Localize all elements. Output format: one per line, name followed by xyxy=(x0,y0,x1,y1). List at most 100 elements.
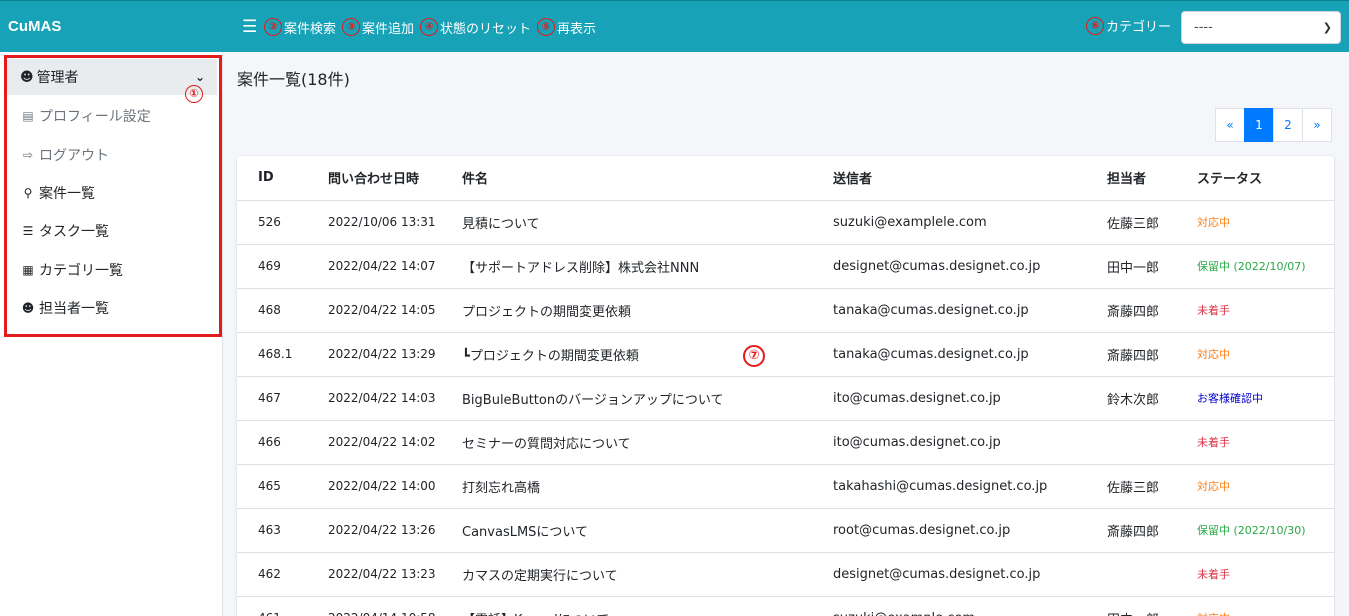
cell-subject[interactable]: 見積について xyxy=(462,200,833,245)
cell-id: 469 xyxy=(237,244,328,289)
pagination: « 1 2 » xyxy=(1215,108,1332,142)
column-header-datetime[interactable]: 問い合わせ日時 xyxy=(328,156,462,201)
annotation-marker: ① xyxy=(185,85,203,103)
users-icon: ☻ xyxy=(21,301,35,315)
sidebar-item-cases[interactable]: ⚲ 案件一覧 xyxy=(20,183,95,203)
nav-case-search[interactable]: ② 案件検索 xyxy=(264,18,336,37)
cell-status: 対応中 xyxy=(1197,332,1334,377)
cell-subject[interactable]: BigBuleButtonのバージョンアップについて xyxy=(462,376,833,421)
pagination-page-1[interactable]: 1 xyxy=(1244,108,1274,142)
sidebar-item-tasks[interactable]: ☰ タスク一覧 xyxy=(20,221,109,241)
category-select[interactable]: ---- ❯ xyxy=(1181,11,1341,44)
cell-sender: tanaka@cumas.designet.co.jp xyxy=(833,288,1107,333)
cell-id: 468 xyxy=(237,288,328,333)
column-header-sender[interactable]: 送信者 xyxy=(833,156,1107,201)
sidebar-item-assignees[interactable]: ☻ 担当者一覧 xyxy=(20,298,109,318)
table-body: 526 2022/10/06 13:31 見積について suzuki@examplel… xyxy=(237,200,1334,616)
cell-status: 対応中 xyxy=(1197,596,1334,616)
cell-datetime: 2022/04/22 14:03 xyxy=(328,376,462,421)
pagination-page-2[interactable]: 2 xyxy=(1273,108,1303,142)
pagination-next[interactable]: » xyxy=(1302,108,1332,142)
cell-subject[interactable]: セミナーの質問対応について xyxy=(462,420,833,465)
status-badge: 未着手 xyxy=(1197,436,1230,449)
annotation-marker: ④ xyxy=(420,18,439,36)
cell-assignee: 斎藤四郎 xyxy=(1107,508,1197,553)
cell-assignee: 斎藤四郎 xyxy=(1107,288,1197,333)
cell-status: 対応中 xyxy=(1197,200,1334,245)
cell-assignee: 佐藤三郎 xyxy=(1107,200,1197,245)
nav-redisplay[interactable]: ⑤ 再表示 xyxy=(537,18,596,37)
cell-subject[interactable]: CanvasLMSについて xyxy=(462,508,833,553)
column-header-assignee[interactable]: 担当者 xyxy=(1107,156,1197,201)
status-badge: 保留中 (2022/10/30) xyxy=(1197,524,1306,537)
nav-case-add[interactable]: ③ 案件追加 xyxy=(342,18,414,37)
category-filter-label: ⑥ カテゴリー xyxy=(1086,16,1171,35)
cell-subject[interactable]: ┗プロジェクトの期間変更依頼 xyxy=(462,332,833,377)
cell-id: 466 xyxy=(237,420,328,465)
main-nav: ☰ ② 案件検索 ③ 案件追加 ④ 状態のリセット ⑤ 再表示 xyxy=(242,16,602,38)
table-row[interactable]: 462 2022/04/22 13:23 カマスの定期実行について designet@… xyxy=(237,552,1334,597)
cell-sender: designet@cumas.designet.co.jp xyxy=(833,244,1107,289)
table-row[interactable]: 4612022/04/14 10:58【電話】Kaaaalについてsuzuki@… xyxy=(237,596,1334,616)
sidebar-item-logout[interactable]: ⇨ ログアウト xyxy=(20,145,109,165)
sidebar-item-label: 案件一覧 xyxy=(39,186,95,202)
sidebar-item-label: プロフィール設定 xyxy=(39,109,151,125)
category-select-value: ---- xyxy=(1194,20,1213,35)
status-badge: 対応中 xyxy=(1197,348,1230,361)
cell-sender: tanaka@cumas.designet.co.jp xyxy=(833,332,1107,377)
cell-subject[interactable]: 【サポートアドレス削除】株式会社NNN xyxy=(462,244,833,289)
search-icon: ⚲ xyxy=(23,186,33,200)
cell-sender: ito@cumas.designet.co.jp xyxy=(833,376,1107,421)
table-row[interactable]: 468.1 2022/04/22 13:29 ┗プロジェクトの期間変更依頼 tanak… xyxy=(237,332,1334,377)
cell-assignee: 斎藤四郎 xyxy=(1107,332,1197,377)
cell-datetime: 2022/04/22 14:05 xyxy=(328,288,462,333)
cell-subject[interactable]: プロジェクトの期間変更依頼 xyxy=(462,288,833,333)
chevron-down-icon: ⌄ xyxy=(194,70,205,84)
cell-status: お客様確認中 xyxy=(1197,376,1334,421)
cell-datetime: 2022/04/22 13:26 xyxy=(328,508,462,553)
sidebar-item-label: カテゴリ一覧 xyxy=(39,263,123,279)
cell-status: 対応中 xyxy=(1197,464,1334,509)
table-row[interactable]: 469 2022/04/22 14:07 【サポートアドレス削除】株式会社NNN de… xyxy=(237,244,1334,289)
sidebar: ☻ 管理者 ⌄ ▤ プロフィール設定 ⇨ ログアウト ⚲ 案件一覧 ☰ タスク一… xyxy=(0,52,223,616)
cell-id: 462 xyxy=(237,552,328,597)
cell-subject[interactable]: 打刻忘れ高橋 xyxy=(462,464,833,509)
cell-status: 未着手 xyxy=(1197,288,1334,333)
annotation-marker: ⑥ xyxy=(1086,16,1104,35)
cell-id: 468.1 xyxy=(237,332,328,377)
cell-status: 保留中 (2022/10/30) xyxy=(1197,508,1334,553)
cell-subject[interactable]: カマスの定期実行について xyxy=(462,552,833,597)
category-label: カテゴリー xyxy=(1106,20,1172,35)
column-header-id[interactable]: ID xyxy=(237,156,328,201)
cell-datetime: 2022/04/22 13:29 xyxy=(328,332,462,377)
sidebar-item-profile[interactable]: ▤ プロフィール設定 xyxy=(20,106,151,126)
cell-id: 463 xyxy=(237,508,328,553)
column-header-status[interactable]: ステータス xyxy=(1197,156,1334,201)
table-row[interactable]: 468 2022/04/22 14:05 プロジェクトの期間変更依頼 tanaka@c… xyxy=(237,288,1334,333)
table-row[interactable]: 467 2022/04/22 14:03 BigBuleButtonのバージョンアッ… xyxy=(237,376,1334,421)
pagination-prev[interactable]: « xyxy=(1215,108,1245,142)
sidebar-admin-label: 管理者 xyxy=(36,70,79,86)
status-badge: 対応中 xyxy=(1197,480,1230,493)
hamburger-icon[interactable]: ☰ xyxy=(242,17,258,37)
column-header-subject[interactable]: 件名 xyxy=(462,156,833,201)
status-badge: 対応中 xyxy=(1197,612,1230,616)
table-row[interactable]: 463 2022/04/22 13:26 CanvasLMSについて root@cum… xyxy=(237,508,1334,553)
cell-datetime: 2022/10/06 13:31 xyxy=(328,200,462,245)
cell-status: 保留中 (2022/10/07) xyxy=(1197,244,1334,289)
table-row[interactable]: 465 2022/04/22 14:00 打刻忘れ高橋 takahashi@cumas… xyxy=(237,464,1334,509)
table-row[interactable]: 526 2022/10/06 13:31 見積について suzuki@examplel… xyxy=(237,200,1334,245)
nav-reset-state[interactable]: ④ 状態のリセット xyxy=(420,18,531,37)
grid-icon: ▦ xyxy=(22,263,34,277)
annotation-marker: ② xyxy=(264,18,282,36)
cell-subject[interactable]: 【電話】Kaaaalについて xyxy=(462,596,833,616)
brand-logo[interactable]: CuMAS xyxy=(0,1,223,53)
sidebar-item-categories[interactable]: ▦ カテゴリ一覧 xyxy=(20,260,123,280)
sidebar-item-label: タスク一覧 xyxy=(39,224,109,240)
case-list-card: ID 問い合わせ日時 件名 送信者 担当者 ステータス 526 2022/10/0… xyxy=(237,156,1334,616)
cell-assignee: 田中一郎 xyxy=(1107,244,1197,289)
chevron-down-icon: ❯ xyxy=(1322,21,1332,34)
table-row[interactable]: 466 2022/04/22 14:02 セミナーの質問対応について ito@cuma… xyxy=(237,420,1334,465)
cell-assignee xyxy=(1107,420,1197,465)
sign-out-icon: ⇨ xyxy=(22,148,34,162)
